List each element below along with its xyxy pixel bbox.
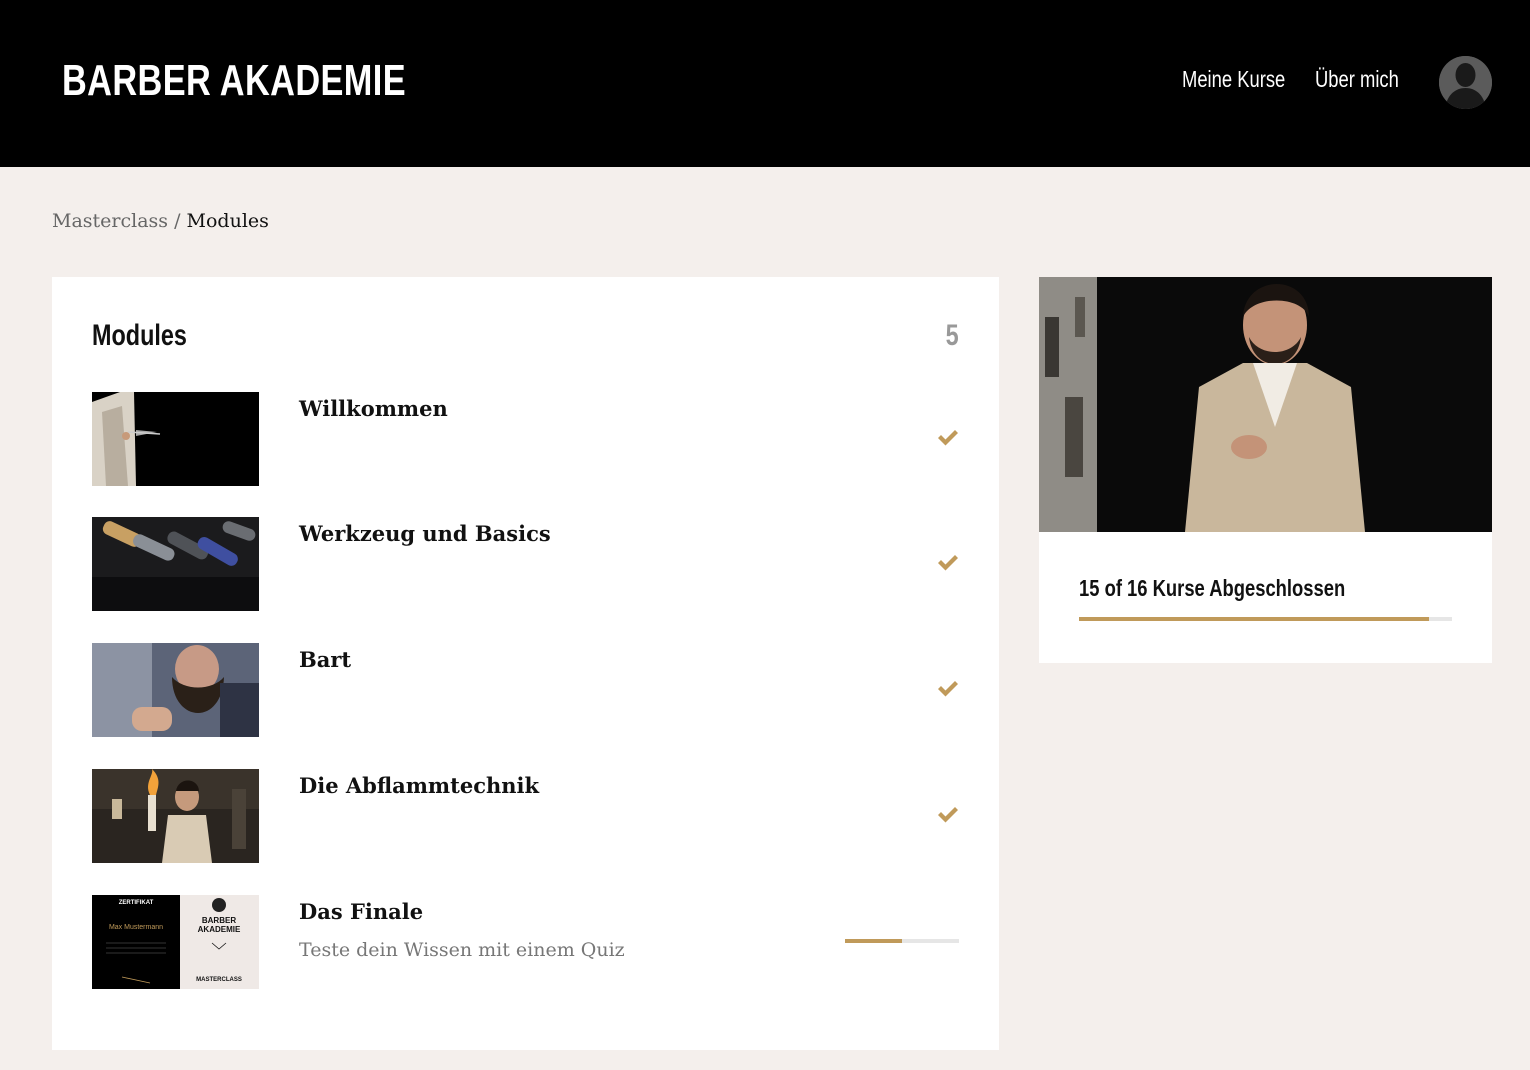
course-progress-bar [1079,617,1452,621]
modules-count: 5 [945,319,959,352]
nav-meine-kurse[interactable]: Meine Kurse [1182,66,1285,93]
module-item-willkommen[interactable]: Willkommen [92,392,959,486]
course-progress-text: 15 of 16 Kurse Abgeschlossen [1079,575,1346,601]
check-icon [937,553,959,573]
certificate-brand-1: BARBER [202,916,236,925]
check-icon [937,805,959,825]
module-progress-fill [845,939,902,943]
module-title: Bart [299,647,352,672]
modules-card: Modules 5 Willkommen Werkzeug und Basics… [52,277,999,1050]
check-icon [937,679,959,699]
module-thumbnail [92,517,259,611]
certificate-name: Max Mustermann [109,924,163,931]
site-logo[interactable]: BARBER AKADEMIE [62,56,406,106]
module-item-bart[interactable]: Bart [92,643,959,737]
module-item-das-finale[interactable]: ZERTIFIKAT Max Mustermann BARBER AKADEMI… [92,895,959,989]
site-header: BARBER AKADEMIE Meine Kurse Über mich [0,0,1530,167]
module-title: Willkommen [299,396,448,421]
breadcrumb-masterclass[interactable]: Masterclass [52,210,168,232]
course-image [1039,277,1492,532]
breadcrumb: Masterclass / Modules [52,210,269,232]
check-icon [937,428,959,448]
breadcrumb-separator: / [168,210,187,232]
module-title: Die Abflammtechnik [299,773,540,798]
certificate-brand-2: AKADEMIE [198,925,241,934]
module-item-abflammtechnik[interactable]: Die Abflammtechnik [92,769,959,863]
breadcrumb-current: Modules [186,210,269,232]
module-progress-bar [845,939,959,943]
module-thumbnail [92,643,259,737]
course-progress-card: 15 of 16 Kurse Abgeschlossen [1039,277,1492,663]
module-title: Werkzeug und Basics [299,521,551,546]
module-title: Das Finale [299,899,424,924]
certificate-title: ZERTIFIKAT [119,900,154,906]
certificate-masterclass: MASTERCLASS [196,977,242,983]
module-thumbnail [92,392,259,486]
module-item-werkzeug[interactable]: Werkzeug und Basics [92,517,959,611]
module-thumbnail: ZERTIFIKAT Max Mustermann BARBER AKADEMI… [92,895,259,989]
module-subtitle: Teste dein Wissen mit einem Quiz [299,939,625,961]
nav-ueber-mich[interactable]: Über mich [1315,66,1399,93]
course-progress-fill [1079,617,1429,621]
modules-heading: Modules [92,319,187,352]
user-avatar-icon[interactable] [1439,56,1492,109]
module-thumbnail [92,769,259,863]
